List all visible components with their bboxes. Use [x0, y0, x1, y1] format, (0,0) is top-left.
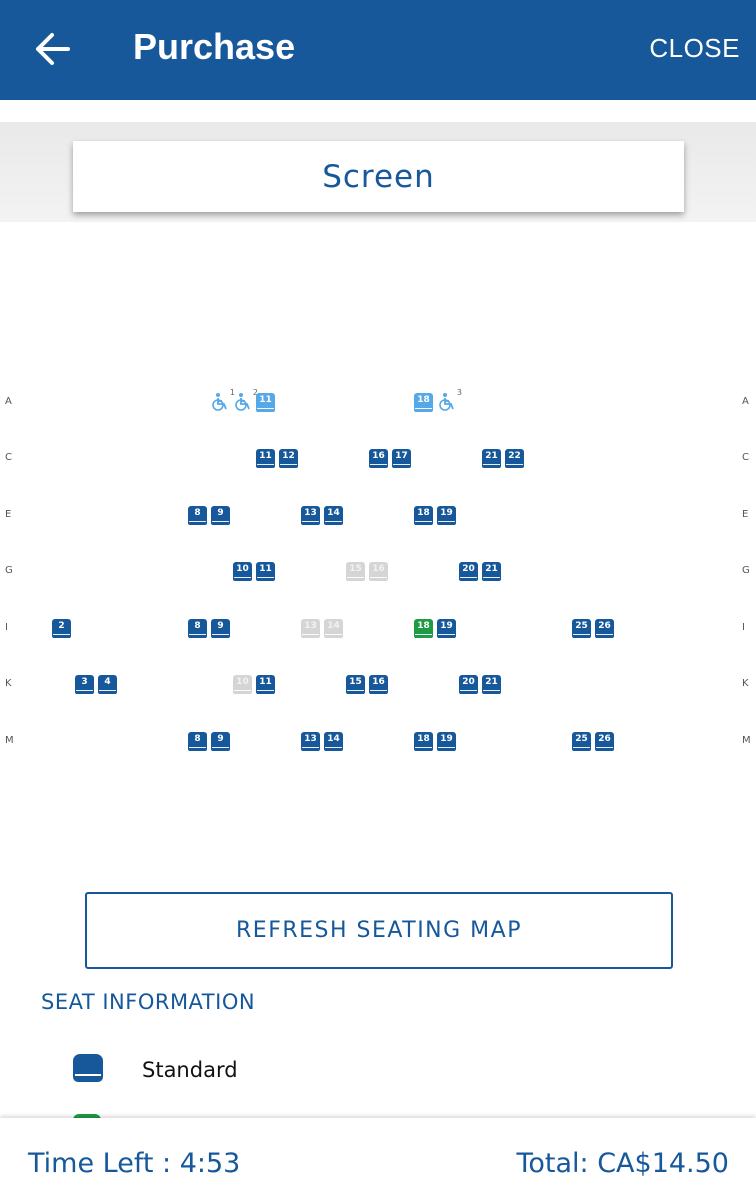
seat-c21[interactable]: 21 — [482, 449, 501, 468]
row-label-e-left: E — [5, 509, 12, 520]
seat-g11[interactable]: 11 — [256, 562, 275, 581]
seat-i13: 13 — [301, 619, 320, 638]
seat-k3[interactable]: 3 — [75, 675, 94, 694]
seat-e8[interactable]: 8 — [188, 506, 207, 525]
seat-i14: 14 — [324, 619, 343, 638]
arrow-left-icon — [36, 33, 70, 65]
row-label-c-right: C — [742, 452, 749, 463]
seat-i8[interactable]: 8 — [188, 619, 207, 638]
row-label-a-right: A — [742, 396, 749, 407]
seat-c12[interactable]: 12 — [279, 449, 298, 468]
seat-e13[interactable]: 13 — [301, 506, 320, 525]
seat-m8[interactable]: 8 — [188, 732, 207, 751]
seat-map: A A 1 2 11 18 3 C C 11 12 16 17 21 22 E E 8 9 13 14 18 19 G G 10 1… — [0, 380, 756, 760]
seat-k10: 10 — [233, 675, 252, 694]
seat-c16[interactable]: 16 — [369, 449, 388, 468]
close-button[interactable]: CLOSE — [649, 33, 740, 64]
row-label-m-left: M — [5, 735, 14, 746]
page-title: Purchase — [133, 26, 296, 67]
seat-i19[interactable]: 19 — [437, 619, 456, 638]
seat-m9[interactable]: 9 — [211, 732, 230, 751]
seat-m18[interactable]: 18 — [414, 732, 433, 751]
app-header: Purchase CLOSE — [0, 0, 756, 100]
row-label-e-right: E — [742, 509, 749, 520]
seat-information-heading: SEAT INFORMATION — [41, 990, 256, 1014]
seat-g21[interactable]: 21 — [482, 562, 501, 581]
seat-a18[interactable]: 18 — [414, 393, 433, 412]
footer-bar: Time Left : 4:53 Total: CA$14.50 — [0, 1118, 756, 1200]
seat-c22[interactable]: 22 — [505, 449, 524, 468]
row-label-i-right: I — [742, 622, 745, 633]
row-label-a-left: A — [5, 396, 12, 407]
seat-c17[interactable]: 17 — [392, 449, 411, 468]
seat-k21[interactable]: 21 — [482, 675, 501, 694]
seat-k16[interactable]: 16 — [369, 675, 388, 694]
row-label-k-right: K — [742, 678, 749, 689]
seat-i25[interactable]: 25 — [572, 619, 591, 638]
row-label-c-left: C — [5, 452, 12, 463]
seat-i9[interactable]: 9 — [211, 619, 230, 638]
seat-m26[interactable]: 26 — [595, 732, 614, 751]
row-label-m-right: M — [742, 735, 751, 746]
back-button[interactable] — [30, 24, 74, 74]
seat-g20[interactable]: 20 — [459, 562, 478, 581]
seat-i2[interactable]: 2 — [52, 619, 71, 638]
seat-i26[interactable]: 26 — [595, 619, 614, 638]
wheelchair-seat-icon[interactable]: 1 — [210, 388, 235, 414]
seat-k11[interactable]: 11 — [256, 675, 275, 694]
seat-i18[interactable]: 18 — [414, 619, 433, 638]
wheelchair-seat-icon[interactable]: 2 — [233, 388, 258, 414]
seat-e19[interactable]: 19 — [437, 506, 456, 525]
seat-m25[interactable]: 25 — [572, 732, 591, 751]
time-left: Time Left : 4:53 — [28, 1148, 241, 1179]
seat-k4[interactable]: 4 — [98, 675, 117, 694]
seat-g10[interactable]: 10 — [233, 562, 252, 581]
seat-e18[interactable]: 18 — [414, 506, 433, 525]
legend-label-standard: Standard — [142, 1058, 238, 1082]
refresh-seating-map-button[interactable]: REFRESH SEATING MAP — [85, 892, 673, 969]
seat-g15: 15 — [346, 562, 365, 581]
seat-k20[interactable]: 20 — [459, 675, 478, 694]
row-label-g-left: G — [5, 565, 13, 576]
seat-e9[interactable]: 9 — [211, 506, 230, 525]
seat-m19[interactable]: 19 — [437, 732, 456, 751]
seat-g16: 16 — [369, 562, 388, 581]
wheelchair-seat-icon[interactable]: 3 — [437, 388, 462, 414]
seat-m13[interactable]: 13 — [301, 732, 320, 751]
seat-m14[interactable]: 14 — [324, 732, 343, 751]
order-total: Total: CA$14.50 — [516, 1148, 729, 1179]
row-label-i-left: I — [5, 622, 8, 633]
seat-a11[interactable]: 11 — [256, 393, 275, 412]
row-label-k-left: K — [5, 678, 12, 689]
seat-e14[interactable]: 14 — [324, 506, 343, 525]
standard-seat-icon — [73, 1054, 103, 1082]
screen-label: Screen — [73, 141, 684, 212]
seat-c11[interactable]: 11 — [256, 449, 275, 468]
seat-k15[interactable]: 15 — [346, 675, 365, 694]
row-label-g-right: G — [742, 565, 750, 576]
